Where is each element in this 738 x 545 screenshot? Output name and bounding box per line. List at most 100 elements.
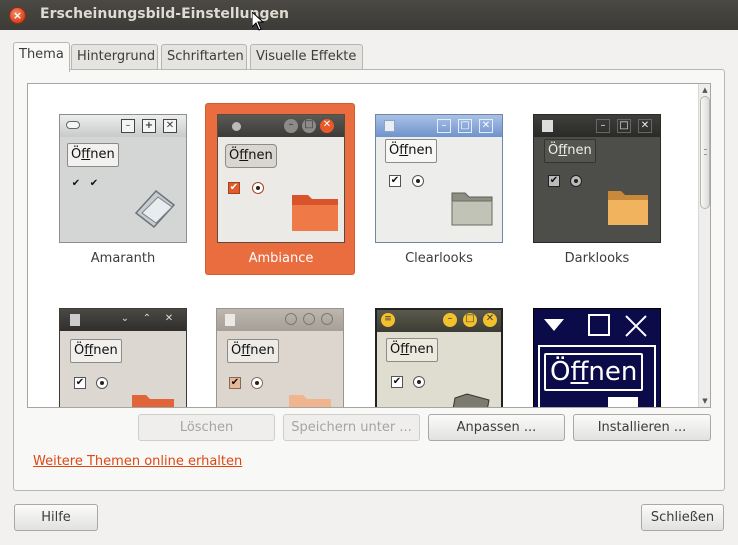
close-button[interactable]: Schließen bbox=[641, 504, 724, 531]
theme-item-amaranth[interactable]: – + ✕ Öffnen ✔ ✔ Amaranth bbox=[48, 104, 198, 276]
theme-preview: – + ✕ Öffnen ✔ ✔ bbox=[59, 114, 187, 243]
radio-sample bbox=[251, 377, 263, 389]
theme-item-7[interactable]: ≡ – □ ✕ Öffnen ✔ bbox=[364, 298, 514, 407]
theme-list[interactable]: – + ✕ Öffnen ✔ ✔ Amaranth – □ ✕ Öffnen ✔… bbox=[27, 83, 711, 408]
maximize-icon: □ bbox=[302, 119, 316, 133]
tab-schriftarten[interactable]: Schriftarten bbox=[161, 44, 247, 70]
preview-titlebar: – □ ✕ bbox=[376, 115, 502, 137]
delete-button[interactable]: Löschen bbox=[138, 414, 275, 441]
open-button-sample: Öffnen bbox=[385, 139, 437, 163]
mouse-cursor-icon bbox=[252, 12, 264, 31]
tab-thema[interactable]: Thema bbox=[13, 42, 70, 72]
help-button[interactable]: Hilfe bbox=[14, 504, 98, 531]
more-themes-link[interactable]: Weitere Themen online erhalten bbox=[33, 454, 242, 469]
radio-sample bbox=[252, 182, 264, 194]
checkbox-sample: ✔ bbox=[74, 377, 86, 389]
minimize-icon: – bbox=[443, 313, 457, 327]
preview-body: Öffnen ✔ bbox=[217, 331, 343, 407]
theme-preview: – □ ✕ Öffnen ✔ bbox=[217, 114, 345, 243]
maximize-icon: □ bbox=[458, 119, 472, 133]
window-close-button[interactable]: × bbox=[9, 7, 26, 24]
window-icon bbox=[384, 120, 395, 132]
theme-list-scrollbar[interactable]: ▲ ▼ bbox=[698, 84, 710, 407]
open-button-sample: Öffnen bbox=[70, 339, 122, 363]
open-button-sample: Öffnen bbox=[227, 339, 279, 363]
folder-icon bbox=[289, 395, 331, 407]
radio-sample bbox=[412, 175, 424, 187]
maximize-icon bbox=[303, 313, 315, 325]
checkmark-icon: ✔ bbox=[89, 178, 99, 189]
theme-preview: ≡ – □ ✕ Öffnen ✔ bbox=[375, 308, 503, 407]
preview-body: Öffnen ✔ ✔ bbox=[60, 137, 186, 242]
window-icon bbox=[232, 122, 241, 131]
preview-body: Öffnen ✔ bbox=[60, 331, 186, 407]
close-icon: ✕ bbox=[320, 119, 334, 133]
minimize-icon bbox=[285, 313, 297, 325]
checkbox-sample: ✔ bbox=[71, 178, 81, 189]
close-icon: ✕ bbox=[163, 119, 177, 133]
checkbox-sample: ✔ bbox=[548, 175, 560, 187]
maximize-icon: ⌃ bbox=[142, 313, 152, 324]
folder-icon bbox=[134, 189, 176, 229]
theme-preview: Öffnen bbox=[533, 308, 661, 407]
radio-sample bbox=[96, 377, 108, 389]
theme-item-darklooks[interactable]: – □ ✕ Öffnen ✔ Darklooks bbox=[522, 104, 672, 276]
window-icon bbox=[70, 314, 80, 326]
theme-name: Clearlooks bbox=[405, 251, 473, 266]
theme-preview: – □ ✕ Öffnen ✔ bbox=[533, 114, 661, 243]
theme-preview: ⌄ ⌃ ✕ Öffnen ✔ bbox=[59, 308, 187, 407]
checkbox-sample: ✔ bbox=[389, 175, 401, 187]
maximize-icon: □ bbox=[463, 313, 477, 327]
preview-titlebar: ≡ – □ ✕ bbox=[377, 310, 501, 332]
appearance-window: × Erscheinungsbild-Einstellungen Thema H… bbox=[0, 0, 738, 545]
checkbox-sample: ✔ bbox=[391, 376, 403, 388]
checkbox-sample: ✔ bbox=[228, 182, 240, 194]
folder-icon bbox=[608, 397, 638, 407]
tab-hintergrund[interactable]: Hintergrund bbox=[71, 44, 158, 70]
customize-button[interactable]: Anpassen ... bbox=[428, 414, 565, 441]
close-icon bbox=[625, 315, 647, 337]
theme-name: Darklooks bbox=[564, 251, 630, 266]
install-button[interactable]: Installieren ... bbox=[573, 414, 711, 441]
scroll-down-arrow-icon[interactable]: ▼ bbox=[699, 395, 710, 407]
theme-item-clearlooks[interactable]: – □ ✕ Öffnen ✔ Clearlooks bbox=[364, 104, 514, 276]
tab-visuelle-effekte[interactable]: Visuelle Effekte bbox=[250, 44, 363, 70]
theme-preview: Öffnen ✔ bbox=[216, 308, 344, 407]
theme-item-8[interactable]: Öffnen bbox=[522, 298, 672, 407]
open-button-sample: Öffnen bbox=[67, 143, 119, 167]
theme-name: Amaranth bbox=[90, 251, 156, 266]
minimize-icon: – bbox=[284, 119, 298, 133]
theme-preview: – □ ✕ Öffnen ✔ bbox=[375, 114, 503, 243]
theme-item-6[interactable]: Öffnen ✔ bbox=[205, 298, 355, 407]
theme-item-5[interactable]: ⌄ ⌃ ✕ Öffnen ✔ bbox=[48, 298, 198, 407]
folder-icon bbox=[132, 395, 174, 407]
close-icon: ✕ bbox=[164, 313, 174, 324]
maximize-icon bbox=[588, 314, 610, 336]
minimize-icon: – bbox=[596, 119, 610, 133]
minimize-icon: – bbox=[437, 119, 451, 133]
maximize-icon: + bbox=[142, 119, 156, 133]
window-icon bbox=[542, 120, 553, 132]
preview-body: Öffnen ✔ bbox=[218, 137, 344, 242]
menu-arrow-icon bbox=[544, 319, 564, 331]
preview-titlebar bbox=[217, 309, 343, 331]
save-as-button[interactable]: Speichern unter ... bbox=[283, 414, 420, 441]
scroll-up-arrow-icon[interactable]: ▲ bbox=[699, 84, 710, 96]
radio-sample bbox=[570, 175, 582, 187]
minimize-icon: – bbox=[121, 119, 135, 133]
theme-panel: – + ✕ Öffnen ✔ ✔ Amaranth – □ ✕ Öffnen ✔… bbox=[13, 69, 725, 491]
checkbox-sample: ✔ bbox=[229, 377, 241, 389]
open-button-sample: Öffnen bbox=[386, 338, 438, 362]
window-icon bbox=[66, 121, 80, 129]
preview-titlebar: ⌄ ⌃ ✕ bbox=[60, 309, 186, 331]
close-icon: ✕ bbox=[483, 313, 497, 327]
folder-icon bbox=[452, 393, 490, 407]
title-bar[interactable]: × Erscheinungsbild-Einstellungen bbox=[0, 0, 738, 31]
theme-item-ambiance[interactable]: – □ ✕ Öffnen ✔ Ambiance bbox=[205, 103, 355, 275]
scrollbar-thumb[interactable] bbox=[700, 96, 710, 209]
close-icon: ✕ bbox=[479, 119, 493, 133]
folder-icon bbox=[608, 191, 648, 225]
open-button-sample: Öffnen bbox=[544, 139, 596, 163]
menu-icon: ≡ bbox=[381, 313, 395, 327]
open-button-sample: Öffnen bbox=[544, 353, 644, 391]
